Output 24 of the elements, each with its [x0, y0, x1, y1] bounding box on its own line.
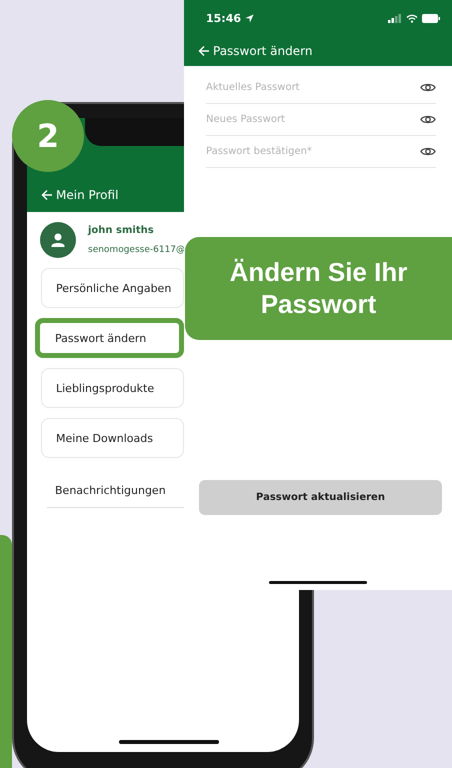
user-email: senomogesse-6117@	[88, 245, 186, 255]
password-field[interactable]: Aktuelles Passwort	[206, 82, 420, 93]
menu-item[interactable]: Lieblingsprodukte	[41, 368, 184, 408]
callout-banner: Ändern Sie Ihr Passwort	[185, 237, 452, 340]
update-password-button[interactable]: Passwort aktualisieren	[199, 480, 442, 515]
back-arrow-icon	[198, 45, 210, 57]
password-field[interactable]: Passwort bestätigen*	[206, 146, 420, 157]
password-field[interactable]: Neues Passwort	[206, 114, 420, 125]
eye-icon[interactable]	[420, 82, 436, 93]
menu-item[interactable]: Persönliche Angaben	[41, 268, 184, 308]
eye-icon[interactable]	[420, 114, 436, 125]
signal-icon	[388, 14, 402, 22]
location-arrow-icon	[245, 14, 254, 22]
wifi-icon	[406, 14, 418, 22]
battery-icon	[422, 14, 440, 22]
back-button[interactable]: Mein Profil	[41, 188, 118, 202]
back-button[interactable]: Passwort ändern	[184, 36, 452, 66]
user-name: john smiths	[88, 225, 155, 236]
eye-icon[interactable]	[420, 146, 436, 157]
menu-item[interactable]: Meine Downloads	[41, 418, 184, 458]
status-time: 15:46	[206, 12, 242, 24]
avatar-icon	[40, 222, 76, 258]
menu-item[interactable]: Passwort ändern	[35, 318, 184, 358]
back-arrow-icon	[41, 189, 53, 201]
